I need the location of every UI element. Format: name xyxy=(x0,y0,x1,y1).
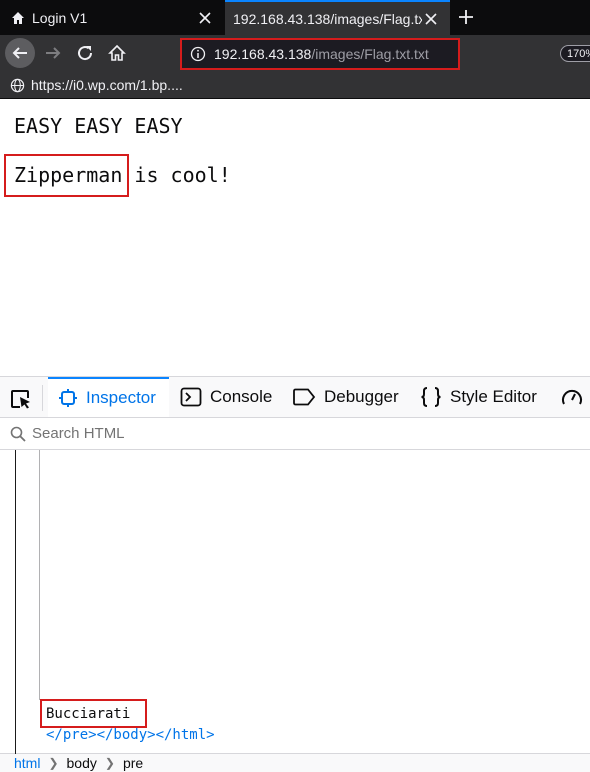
home-icon xyxy=(108,44,126,61)
breadcrumb: html ❯ body ❯ pre xyxy=(0,754,590,772)
gauge-icon xyxy=(562,389,582,405)
arrow-left-icon xyxy=(12,47,27,59)
reload-icon xyxy=(78,46,93,61)
tab-flag[interactable]: 192.168.43.138/images/Flag.txt.txt xyxy=(225,0,450,35)
forward-button[interactable] xyxy=(38,38,68,68)
html-search-bar xyxy=(0,418,590,450)
rest-text: is cool! xyxy=(122,163,231,187)
tab-label: Style Editor xyxy=(450,387,537,406)
url-path: /images/Flag.txt.txt xyxy=(311,46,429,62)
inspector-icon xyxy=(59,389,77,407)
tab-console[interactable]: Console xyxy=(180,377,272,417)
highlight-box xyxy=(4,154,129,197)
bookmark-label: https://i0.wp.com/1.bp.... xyxy=(31,77,183,93)
braces-icon xyxy=(421,387,441,407)
closing-tags[interactable]: </pre></body></html> xyxy=(46,727,215,743)
search-icon xyxy=(10,426,26,442)
arrow-right-icon xyxy=(46,47,61,59)
nav-bar: 192.168.43.138/images/Flag.txt.txt 170% xyxy=(0,35,590,72)
reload-button[interactable] xyxy=(70,38,100,68)
element-picker-button[interactable] xyxy=(8,387,34,411)
devtools-toolbar: Inspector Console Debugger Style Editor xyxy=(0,376,590,418)
chevron-right-icon: ❯ xyxy=(48,756,59,770)
indent-guide xyxy=(15,450,16,754)
tab-inspector[interactable]: Inspector xyxy=(48,377,169,417)
highlight-box xyxy=(40,699,147,728)
tab-title: Login V1 xyxy=(32,9,88,26)
tab-style-editor[interactable]: Style Editor xyxy=(420,377,537,417)
page-content: EASY EASY EASY Zipperman is cool! xyxy=(0,99,590,376)
console-icon xyxy=(180,387,202,407)
url-bar[interactable]: 192.168.43.138/images/Flag.txt.txt xyxy=(180,38,460,70)
tab-login[interactable]: Login V1 xyxy=(0,0,224,35)
tab-label: Console xyxy=(210,387,273,406)
tab-strip: Login V1 192.168.43.138/images/Flag.txt.… xyxy=(0,0,590,35)
tab-label: Inspector xyxy=(86,388,156,407)
back-button[interactable] xyxy=(5,38,35,68)
zoom-level[interactable]: 170% xyxy=(560,45,590,62)
tab-label: Debugger xyxy=(324,387,399,406)
close-tab-icon[interactable] xyxy=(196,9,214,27)
indent-guide xyxy=(39,450,40,700)
url-host: 192.168.43.138 xyxy=(214,46,312,62)
tab-performance[interactable] xyxy=(560,377,584,417)
breadcrumb-pre[interactable]: pre xyxy=(123,755,143,771)
home-button[interactable] xyxy=(102,38,132,68)
text-line-easy: EASY EASY EASY xyxy=(14,114,183,138)
close-tab-icon[interactable] xyxy=(422,10,440,28)
debugger-icon xyxy=(293,388,316,406)
new-tab-button[interactable] xyxy=(455,6,477,28)
globe-icon xyxy=(10,78,25,92)
bookmarks-bar: https://i0.wp.com/1.bp.... xyxy=(0,72,590,99)
chevron-right-icon: ❯ xyxy=(104,756,115,770)
breadcrumb-body[interactable]: body xyxy=(67,755,97,771)
url-text: 192.168.43.138/images/Flag.txt.txt xyxy=(214,46,429,62)
picker-icon xyxy=(11,390,30,409)
bookmark-item[interactable]: https://i0.wp.com/1.bp.... xyxy=(10,77,183,93)
breadcrumb-html[interactable]: html xyxy=(14,755,40,771)
home-icon xyxy=(10,10,26,26)
info-icon[interactable] xyxy=(190,46,206,62)
tab-debugger[interactable]: Debugger xyxy=(292,377,399,417)
plus-icon xyxy=(459,10,473,24)
tab-title: 192.168.43.138/images/Flag.txt.txt xyxy=(233,10,422,27)
search-html-input[interactable] xyxy=(32,425,332,442)
markup-view[interactable]: Bucciarati </pre></body></html> xyxy=(0,450,590,754)
toolbar-divider xyxy=(42,385,43,411)
